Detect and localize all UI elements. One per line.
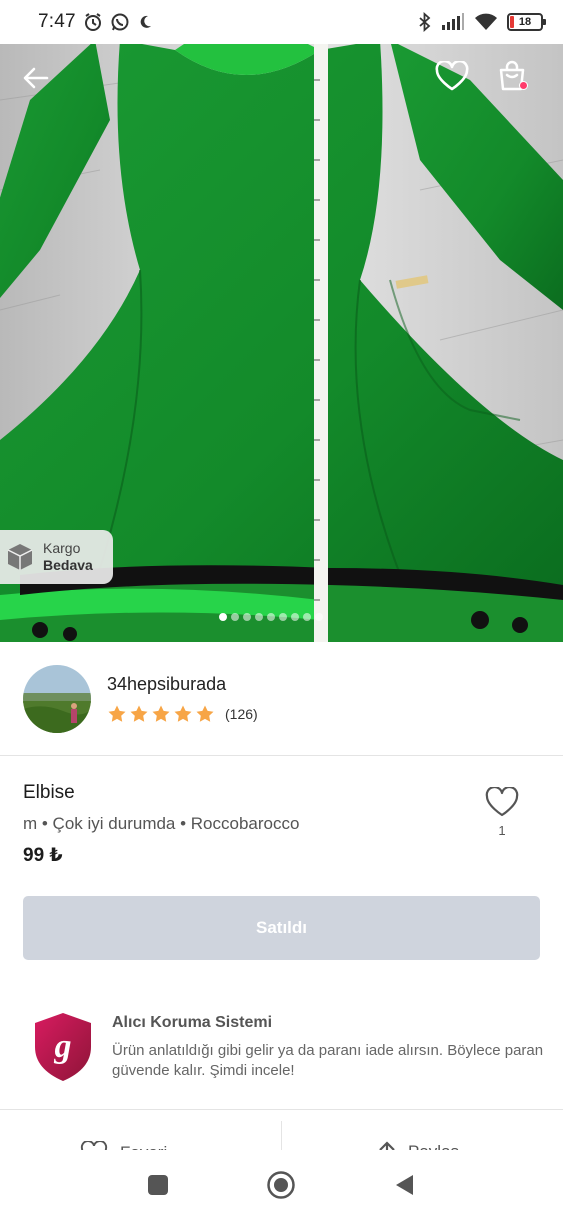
product-image-carousel[interactable]: Kargo Bedava bbox=[0, 40, 563, 642]
star-icon bbox=[196, 705, 214, 722]
like-count: 1 bbox=[498, 823, 506, 838]
back-button[interactable] bbox=[14, 56, 58, 100]
shield-icon: g bbox=[35, 1013, 91, 1081]
seller-avatar[interactable] bbox=[23, 664, 91, 733]
product-meta: m • Çok iyi durumda • Roccobarocco bbox=[23, 814, 300, 833]
whatsapp-icon bbox=[111, 13, 129, 31]
signal-icon bbox=[442, 13, 464, 30]
status-time: 7:47 bbox=[38, 11, 76, 32]
like-button[interactable]: 1 bbox=[485, 787, 519, 838]
triangle-back-icon bbox=[396, 1175, 413, 1195]
system-icons: 18 bbox=[418, 12, 546, 32]
bedava-label: Bedava bbox=[43, 557, 93, 573]
home-button[interactable] bbox=[266, 1170, 296, 1200]
buyer-protection-banner[interactable]: g Alıcı Koruma Sistemi Ürün anlatıldığı … bbox=[0, 1005, 563, 1110]
star-icon bbox=[152, 705, 170, 722]
product-info: Elbise m • Çok iyi durumda • Roccobarocc… bbox=[0, 757, 563, 877]
avatar-photo bbox=[23, 664, 91, 733]
heart-outline-icon bbox=[485, 787, 519, 817]
carousel-dot[interactable] bbox=[267, 613, 275, 621]
seller-rating: (126) bbox=[107, 704, 258, 724]
alarm-icon bbox=[84, 13, 101, 31]
wifi-icon bbox=[475, 13, 497, 30]
star-icon bbox=[108, 705, 126, 722]
sold-button[interactable]: Satıldı bbox=[23, 896, 540, 960]
kargo-label: Kargo bbox=[43, 540, 81, 556]
heart-icon bbox=[435, 61, 469, 91]
svg-text:g: g bbox=[54, 1028, 72, 1065]
carousel-dot[interactable] bbox=[231, 613, 239, 621]
notification-icons bbox=[83, 12, 153, 32]
star-icon bbox=[174, 705, 192, 722]
seller-card[interactable]: 34hepsiburada (126) bbox=[0, 642, 563, 756]
protection-description: Ürün anlatıldığı gibi gelir ya da paranı… bbox=[112, 1042, 544, 1079]
favorite-button[interactable] bbox=[430, 54, 474, 98]
system-navigation-bar bbox=[0, 1150, 563, 1219]
carousel-dot[interactable] bbox=[303, 613, 311, 621]
status-bar: 7:47 18 bbox=[0, 0, 563, 44]
carousel-dot[interactable] bbox=[243, 613, 251, 621]
battery-icon: 18 bbox=[507, 13, 546, 31]
carousel-dot[interactable] bbox=[315, 613, 323, 621]
cart-button[interactable] bbox=[490, 54, 534, 98]
battery-level: 18 bbox=[518, 16, 532, 28]
carousel-dot[interactable] bbox=[279, 613, 287, 621]
cart-notification-dot bbox=[519, 81, 528, 90]
system-back-button[interactable] bbox=[389, 1170, 419, 1200]
box-icon bbox=[7, 544, 33, 570]
square-icon bbox=[148, 1175, 168, 1195]
product-title: Elbise bbox=[23, 782, 75, 803]
protection-title: Alıcı Koruma Sistemi bbox=[112, 1014, 273, 1031]
carousel-indicator bbox=[219, 613, 323, 621]
arrow-left-icon bbox=[23, 67, 49, 89]
rating-stars bbox=[107, 704, 215, 724]
carousel-dot[interactable] bbox=[291, 613, 299, 621]
circle-icon bbox=[267, 1171, 295, 1199]
carousel-dot[interactable] bbox=[219, 613, 227, 621]
review-count: (126) bbox=[225, 705, 258, 722]
do-not-disturb-icon bbox=[140, 15, 151, 28]
seller-name[interactable]: 34hepsiburada bbox=[107, 674, 258, 695]
free-shipping-badge: Kargo Bedava bbox=[0, 530, 113, 584]
bluetooth-icon bbox=[419, 12, 431, 32]
recent-apps-button[interactable] bbox=[143, 1170, 173, 1200]
star-icon bbox=[130, 705, 148, 722]
carousel-dot[interactable] bbox=[255, 613, 263, 621]
product-price: 99 ₺ bbox=[23, 845, 63, 866]
sold-button-label: Satıldı bbox=[255, 918, 307, 937]
